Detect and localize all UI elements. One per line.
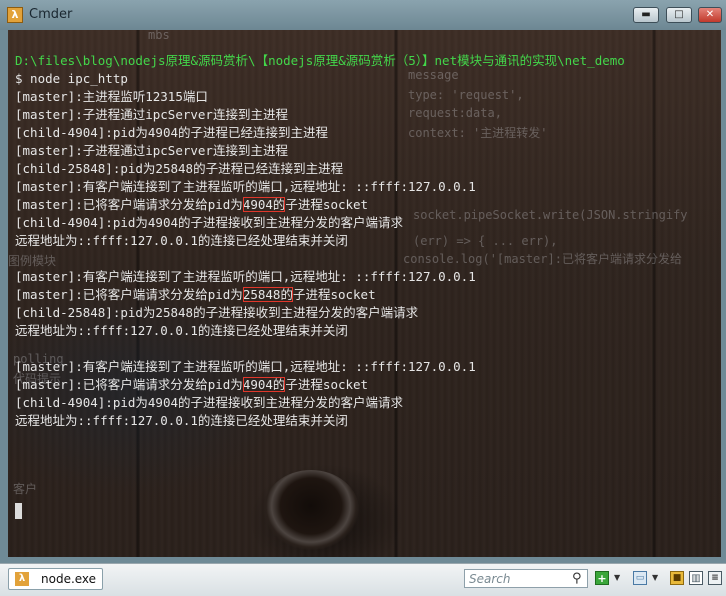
console-line: 远程地址为::ffff:127.0.0.1的连接已经处理结束并关闭 — [15, 413, 348, 428]
console-line-text: [master]:已将客户端请求分发给pid为 — [15, 287, 243, 302]
split-icon[interactable]: ▥ — [689, 571, 703, 585]
add-console-icon[interactable]: + — [595, 571, 609, 585]
text-cursor — [15, 503, 22, 519]
console-line: 远程地址为::ffff:127.0.0.1的连接已经处理结束并关闭 — [15, 323, 348, 338]
console-line: [master]:子进程通过ipcServer连接到主进程 — [15, 107, 288, 122]
console-line: [child-25848]:pid为25848的子进程接收到主进程分发的客户端请… — [15, 305, 419, 320]
dropdown-caret-icon[interactable]: ▼ — [652, 573, 658, 582]
pid-highlight-box: 4904的 — [242, 377, 286, 392]
cmder-lambda-icon: λ — [15, 572, 29, 586]
pid-highlight-box: 25848的 — [242, 287, 293, 302]
console-line: D:\files\blog\nodejs原理&源码赏析\【nodejs原理&源码… — [15, 53, 625, 68]
console-area[interactable]: argsmbsmessagetype: 'request',request:da… — [8, 30, 721, 557]
console-line: [master]:有客户端连接到了主进程监听的端口,远程地址: ::ffff:1… — [15, 359, 476, 374]
cmder-lambda-icon: λ — [7, 7, 23, 23]
console-line: [master]:已将客户端请求分发给pid为4904的子进程socket — [15, 376, 625, 394]
ghost-text: mbs — [148, 30, 170, 42]
console-line-text: [master]:已将客户端请求分发给pid为 — [15, 197, 243, 212]
minimize-button[interactable]: ▬ — [633, 7, 659, 23]
tab-label: node.exe — [41, 572, 97, 586]
console-line: [master]:主进程监听12315端口 — [15, 89, 208, 104]
dropdown-caret-icon[interactable]: ▼ — [614, 573, 620, 582]
console-line: [master]:子进程通过ipcServer连接到主进程 — [15, 143, 288, 158]
console-line-text: [master]:已将客户端请求分发给pid为 — [15, 377, 243, 392]
console-line: [master]:有客户端连接到了主进程监听的端口,远程地址: ::ffff:1… — [15, 179, 476, 194]
console-line: [master]:已将客户端请求分发给pid为25848的子进程socket — [15, 286, 625, 304]
console-line-text: 子进程socket — [285, 377, 369, 392]
tab-node-exe[interactable]: λ node.exe — [8, 568, 103, 590]
title-bar: λ Cmder ▬ □ ✕ — [0, 0, 726, 30]
status-bar: λ node.exe ⚲ + ▼ ▭ ▼ ■ ▥ ≡ — [0, 563, 726, 596]
console-line: [child-25848]:pid为25848的子进程已经连接到主进程 — [15, 161, 344, 176]
console-line-text: 子进程socket — [285, 197, 369, 212]
window-icon[interactable]: ▭ — [633, 571, 647, 585]
console-line: [master]:有客户端连接到了主进程监听的端口,远程地址: ::ffff:1… — [15, 269, 476, 284]
coffee-cup-image — [263, 470, 359, 550]
console-line: [master]:已将客户端请求分发给pid为4904的子进程socket — [15, 196, 625, 214]
console-line: [child-4904]:pid为4904的子进程接收到主进程分发的客户端请求 — [15, 215, 404, 230]
console-output: D:\files\blog\nodejs原理&源码赏析\【nodejs原理&源码… — [15, 52, 625, 430]
pid-highlight-box: 4904的 — [242, 197, 286, 212]
console-line-text: 子进程socket — [292, 287, 376, 302]
menu-icon[interactable]: ≡ — [708, 571, 722, 585]
maximize-button[interactable]: □ — [666, 7, 692, 23]
search-icon[interactable]: ⚲ — [572, 571, 582, 586]
window-title: Cmder — [29, 7, 73, 22]
console-line: [child-4904]:pid为4904的子进程已经连接到主进程 — [15, 125, 329, 140]
close-button[interactable]: ✕ — [698, 7, 722, 23]
search-input[interactable] — [464, 569, 588, 588]
lock-icon[interactable]: ■ — [670, 571, 684, 585]
console-line: $ node ipc_http — [15, 71, 128, 86]
console-line: 远程地址为::ffff:127.0.0.1的连接已经处理结束并关闭 — [15, 233, 348, 248]
ghost-text: 客户 — [13, 482, 38, 496]
console-line: [child-4904]:pid为4904的子进程接收到主进程分发的客户端请求 — [15, 395, 404, 410]
